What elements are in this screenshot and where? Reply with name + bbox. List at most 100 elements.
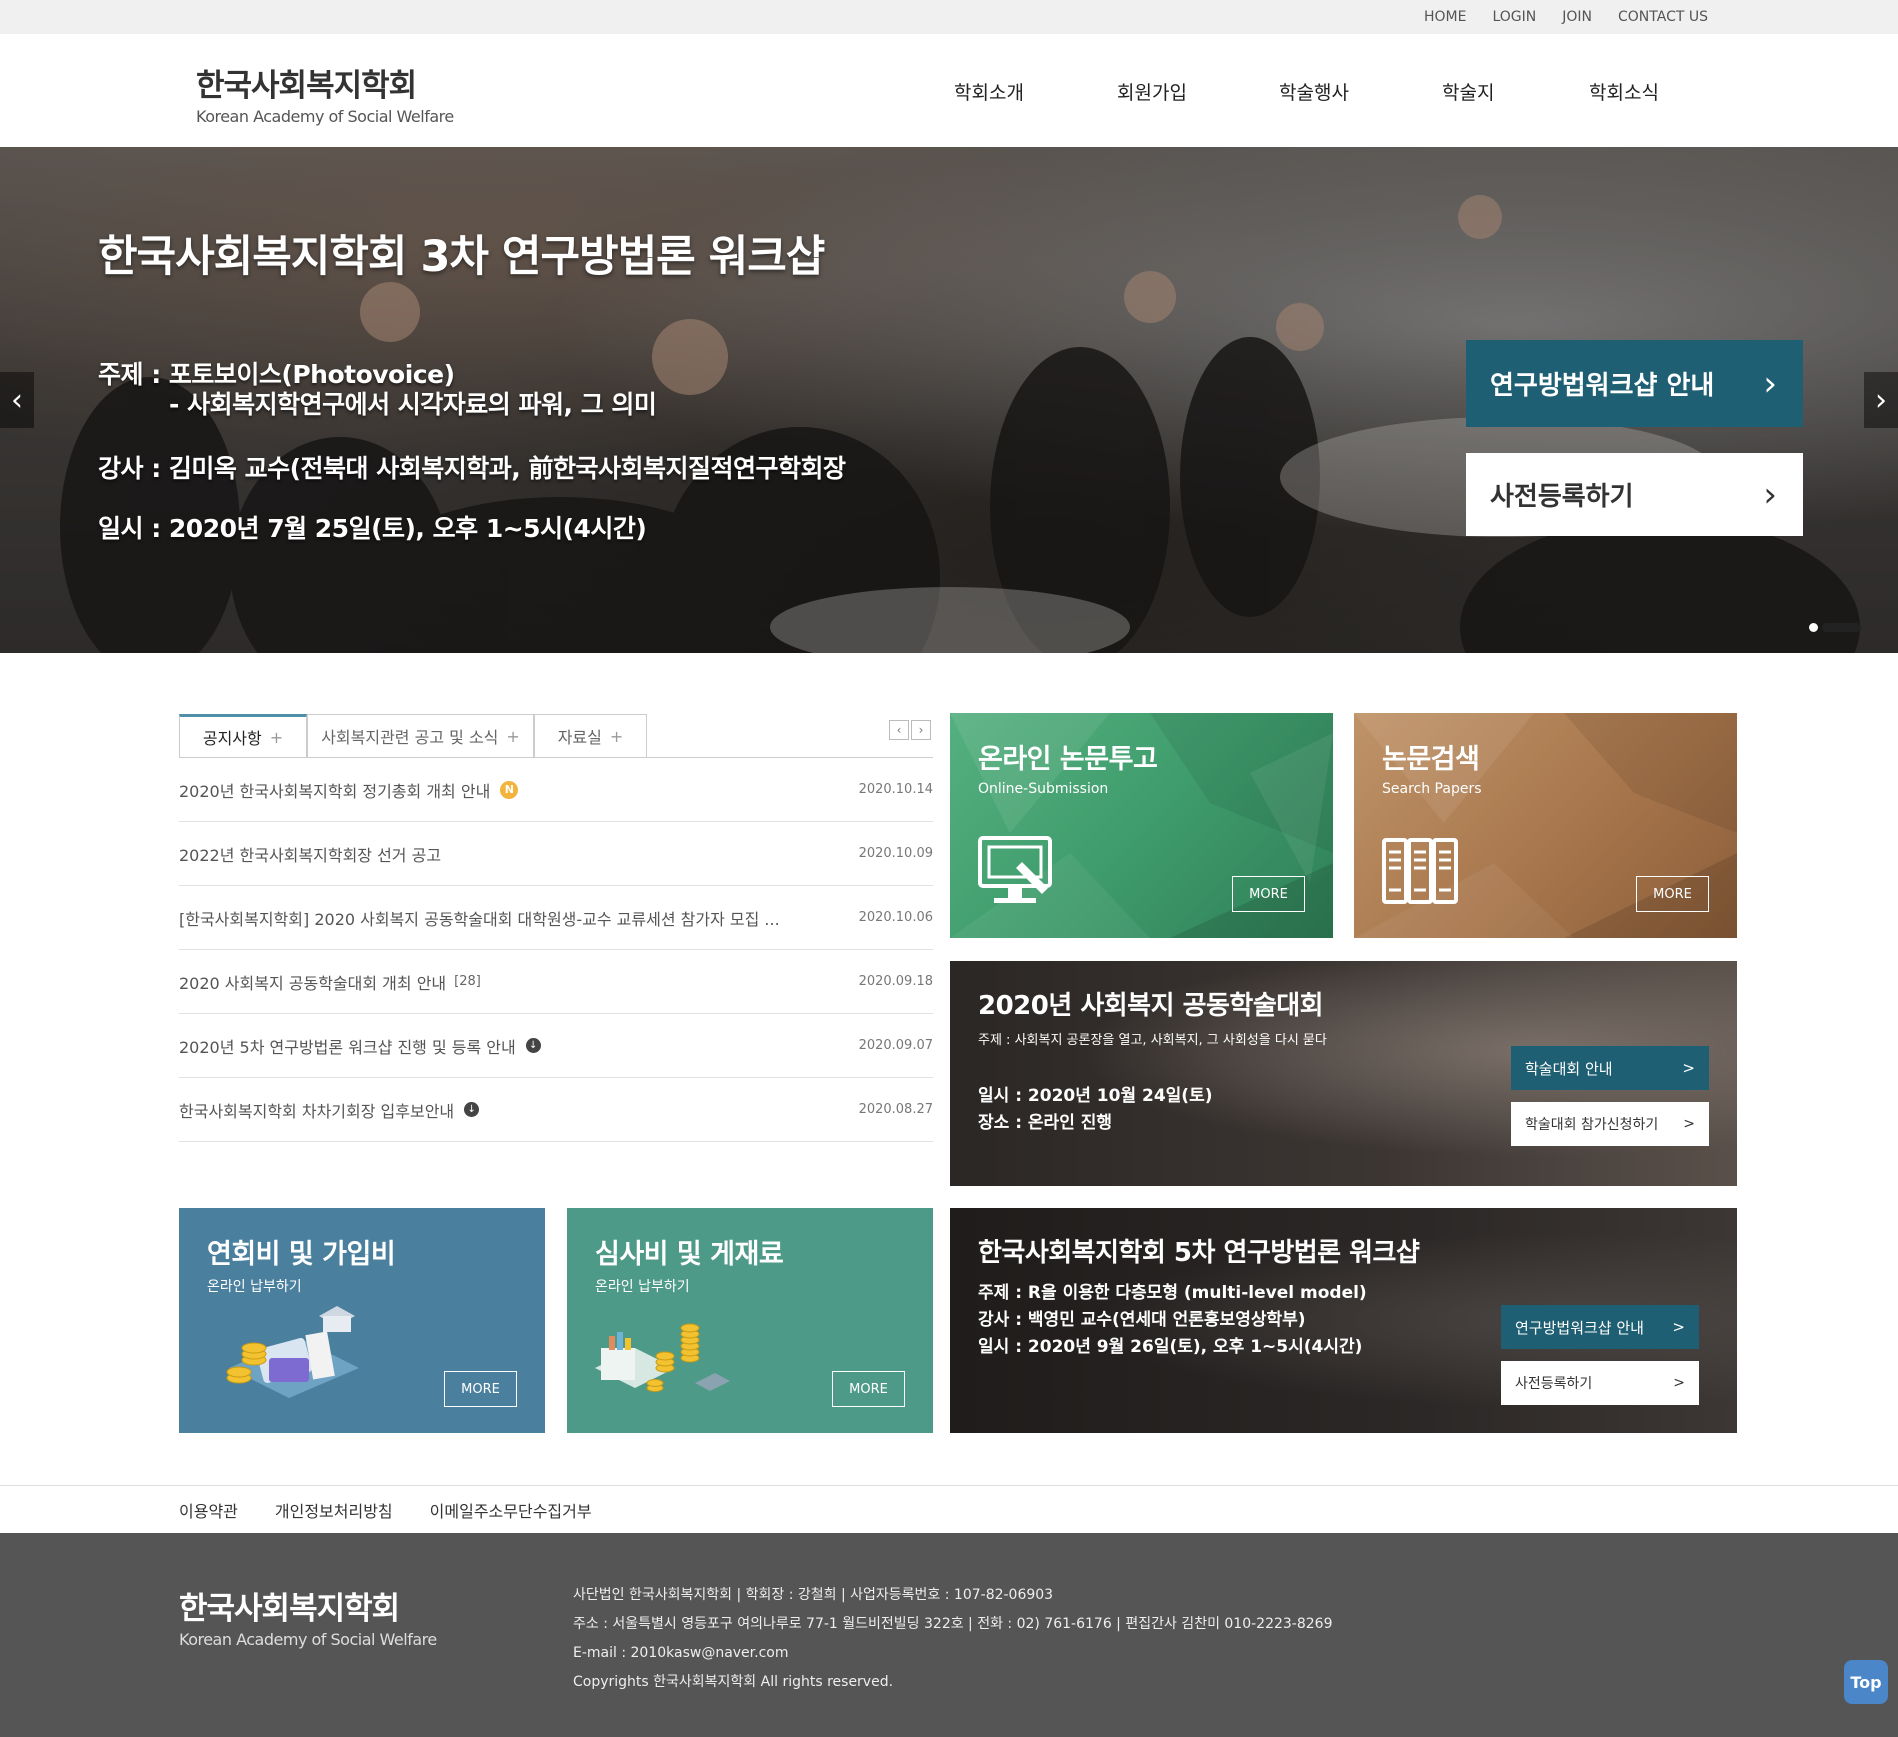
- list-item[interactable]: 2022년 한국사회복지학회장 선거 공고 2020.10.09: [179, 822, 933, 886]
- workshop-info-button[interactable]: 연구방법워크샵 안내 >: [1501, 1305, 1699, 1349]
- tab-notice[interactable]: 공지사항 +: [179, 714, 307, 758]
- tile-title: 논문검색: [1382, 744, 1480, 775]
- footer: 한국사회복지학회 Korean Academy of Social Welfar…: [0, 1533, 1898, 1737]
- hero-slider: 한국사회복지학회 3차 연구방법론 워크샵 주제 : 포토보이스(Photovo…: [0, 147, 1898, 653]
- post-title: 한국사회복지학회 차차기회장 입후보안내: [179, 1101, 455, 1121]
- slider-prev-button[interactable]: ‹: [0, 372, 34, 428]
- workshop-tile: 한국사회복지학회 5차 연구방법론 워크샵 주제 : R을 이용한 다층모형 (…: [950, 1208, 1737, 1433]
- search-papers-tile[interactable]: 논문검색 Search Papers MORE: [1354, 713, 1737, 938]
- conference-register-label: 학술대회 참가신청하기: [1525, 1117, 1659, 1133]
- join-link[interactable]: JOIN: [1562, 9, 1592, 25]
- tab-welfare-news-label: 사회복지관련 공고 및 소식: [321, 728, 499, 747]
- plus-icon: +: [506, 726, 520, 746]
- board-prev-button[interactable]: ‹: [889, 720, 909, 740]
- post-title: [한국사회복지학회] 2020 사회복지 공동학술대회 대학원생-교수 교류세션…: [179, 909, 780, 929]
- login-link[interactable]: LOGIN: [1492, 9, 1536, 25]
- monitor-pen-icon: [978, 836, 1052, 903]
- tile-subtitle: Online-Submission: [978, 781, 1109, 797]
- post-date: 2020.10.06: [858, 910, 933, 925]
- workshop-register-button[interactable]: 사전등록하기 >: [1501, 1361, 1699, 1405]
- site-logo[interactable]: 한국사회복지학회 Korean Academy of Social Welfar…: [196, 60, 454, 126]
- plus-icon: +: [269, 727, 284, 747]
- more-button[interactable]: MORE: [444, 1371, 517, 1407]
- tile-subtitle: 온라인 납부하기: [207, 1279, 302, 1295]
- contact-link[interactable]: CONTACT US: [1618, 9, 1708, 25]
- home-link[interactable]: HOME: [1424, 9, 1466, 25]
- conference-register-button[interactable]: 학술대회 참가신청하기 >: [1511, 1102, 1709, 1146]
- logo-english: Korean Academy of Social Welfare: [196, 107, 454, 126]
- nav-events[interactable]: 학술행사: [1279, 78, 1349, 105]
- post-title: 2020년 5차 연구방법론 워크샵 진행 및 등록 안내: [179, 1037, 516, 1057]
- list-item[interactable]: 2020년 한국사회복지학회 정기총회 개최 안내 N 2020.10.14: [179, 758, 933, 822]
- arrow-right-icon: >: [1683, 1116, 1695, 1132]
- list-item[interactable]: [한국사회복지학회] 2020 사회복지 공동학술대회 대학원생-교수 교류세션…: [179, 886, 933, 950]
- coins-boxes-illustration: [595, 1323, 730, 1392]
- tab-welfare-news[interactable]: 사회복지관련 공고 및 소식 +: [307, 714, 534, 758]
- online-submission-tile[interactable]: 온라인 논문투고 Online-Submission MORE: [950, 713, 1333, 938]
- conference-topic: 주제 : 사회복지 공론장을 열고, 사회복지, 그 사회성을 다시 묻다: [978, 1033, 1327, 1048]
- slider-dot[interactable]: [1809, 623, 1818, 632]
- email-policy-link[interactable]: 이메일주소무단수집거부: [430, 1498, 592, 1522]
- slider-dot-active[interactable]: [1822, 623, 1861, 632]
- nav-about[interactable]: 학회소개: [954, 78, 1024, 105]
- conference-info-button[interactable]: 학술대회 안내 >: [1511, 1046, 1709, 1090]
- footer-copyright: Copyrights 한국사회복지학회 All rights reserved.: [573, 1674, 894, 1690]
- tile-title: 온라인 논문투고: [978, 744, 1158, 775]
- tile-subtitle: Search Papers: [1382, 781, 1482, 797]
- arrow-right-icon: >: [1673, 1375, 1685, 1391]
- footer-logo: 한국사회복지학회 Korean Academy of Social Welfar…: [179, 1583, 437, 1649]
- workshop-info-button[interactable]: 연구방법워크샵 안내 ›: [1466, 340, 1803, 427]
- slider-pagination: [1809, 623, 1861, 632]
- post-title: 2020 사회복지 공동학술대회 개최 안내: [179, 973, 447, 993]
- list-item[interactable]: 2020년 5차 연구방법론 워크샵 진행 및 등록 안내 ↓ 2020.09.0…: [179, 1014, 933, 1078]
- board-tabs: 공지사항 + 사회복지관련 공고 및 소식 + 자료실 +: [179, 714, 647, 758]
- nav-news[interactable]: 학회소식: [1589, 78, 1659, 105]
- chevron-right-icon: ›: [1763, 474, 1777, 515]
- bookshelf-icon: [1382, 838, 1458, 904]
- coins-card-illustration: [226, 1306, 359, 1398]
- workshop-date: 일시 : 2020년 9월 26일(토), 오후 1~5시(4시간): [978, 1337, 1363, 1357]
- workshop-topic: 주제 : R을 이용한 다층모형 (multi-level model): [978, 1283, 1367, 1303]
- new-badge-icon: N: [500, 780, 519, 799]
- conference-place: 장소 : 온라인 진행: [978, 1113, 1113, 1133]
- conference-tile: 2020년 사회복지 공동학술대회 주제 : 사회복지 공론장을 열고, 사회복…: [950, 961, 1737, 1186]
- conference-title: 2020년 사회복지 공동학술대회: [978, 991, 1324, 1021]
- list-item[interactable]: 한국사회복지학회 차차기회장 입후보안내 ↓ 2020.08.27: [179, 1078, 933, 1142]
- footer-address-line: 주소 : 서울특별시 영등포구 여의나루로 77-1 월드비전빌딩 322호 |…: [573, 1616, 1333, 1632]
- post-date: 2020.08.27: [858, 1102, 933, 1117]
- nav-journal[interactable]: 학술지: [1442, 78, 1494, 105]
- conference-info-label: 학술대회 안내: [1525, 1059, 1613, 1078]
- post-date: 2020.09.07: [858, 1038, 933, 1053]
- scroll-top-button[interactable]: Top: [1844, 1660, 1888, 1704]
- notice-list: 2020년 한국사회복지학회 정기총회 개최 안내 N 2020.10.14 20…: [179, 758, 933, 1142]
- post-date: 2020.09.18: [858, 974, 933, 989]
- nav-membership[interactable]: 회원가입: [1117, 78, 1187, 105]
- membership-fee-tile[interactable]: 연회비 및 가입비 온라인 납부하기 MORE: [179, 1208, 545, 1433]
- pre-register-button[interactable]: 사전등록하기 ›: [1466, 453, 1803, 536]
- workshop-info-label: 연구방법워크샵 안내: [1490, 371, 1715, 401]
- review-fee-tile[interactable]: 심사비 및 게재료 온라인 납부하기 MORE: [567, 1208, 933, 1433]
- tab-notice-label: 공지사항: [202, 729, 262, 748]
- privacy-link[interactable]: 개인정보처리방침: [275, 1498, 393, 1522]
- header: 한국사회복지학회 Korean Academy of Social Welfar…: [0, 34, 1898, 147]
- footer-email-line: E-mail : 2010kasw@naver.com: [573, 1645, 789, 1661]
- footer-logo-korean: 한국사회복지학회: [179, 1591, 400, 1627]
- more-button[interactable]: MORE: [1636, 876, 1709, 912]
- hero-title: 한국사회복지학회 3차 연구방법론 워크샵: [98, 232, 825, 282]
- footer-links: 이용약관 개인정보처리방침 이메일주소무단수집거부: [0, 1485, 1898, 1533]
- more-button[interactable]: MORE: [832, 1371, 905, 1407]
- pre-register-label: 사전등록하기: [1490, 482, 1634, 512]
- list-item[interactable]: 2020 사회복지 공동학술대회 개최 안내 [28] 2020.09.18: [179, 950, 933, 1014]
- workshop-register-label: 사전등록하기: [1515, 1376, 1593, 1392]
- footer-org-line: 사단법인 한국사회복지학회 | 학회장 : 강철희 | 사업자등록번호 : 10…: [573, 1587, 1054, 1603]
- terms-link[interactable]: 이용약관: [179, 1498, 238, 1522]
- tile-title: 심사비 및 게재료: [595, 1239, 784, 1270]
- more-button[interactable]: MORE: [1232, 876, 1305, 912]
- board-next-button[interactable]: ›: [911, 720, 931, 740]
- slider-next-button[interactable]: ›: [1864, 372, 1898, 428]
- tab-archive-label: 자료실: [557, 728, 602, 747]
- hero-lecturer: 강사 : 김미옥 교수(전북대 사회복지학과, 前한국사회복지질적연구학회장: [98, 454, 846, 483]
- plus-icon: +: [609, 726, 624, 746]
- tab-archive[interactable]: 자료실 +: [534, 714, 647, 758]
- chevron-right-icon: ›: [1763, 363, 1777, 404]
